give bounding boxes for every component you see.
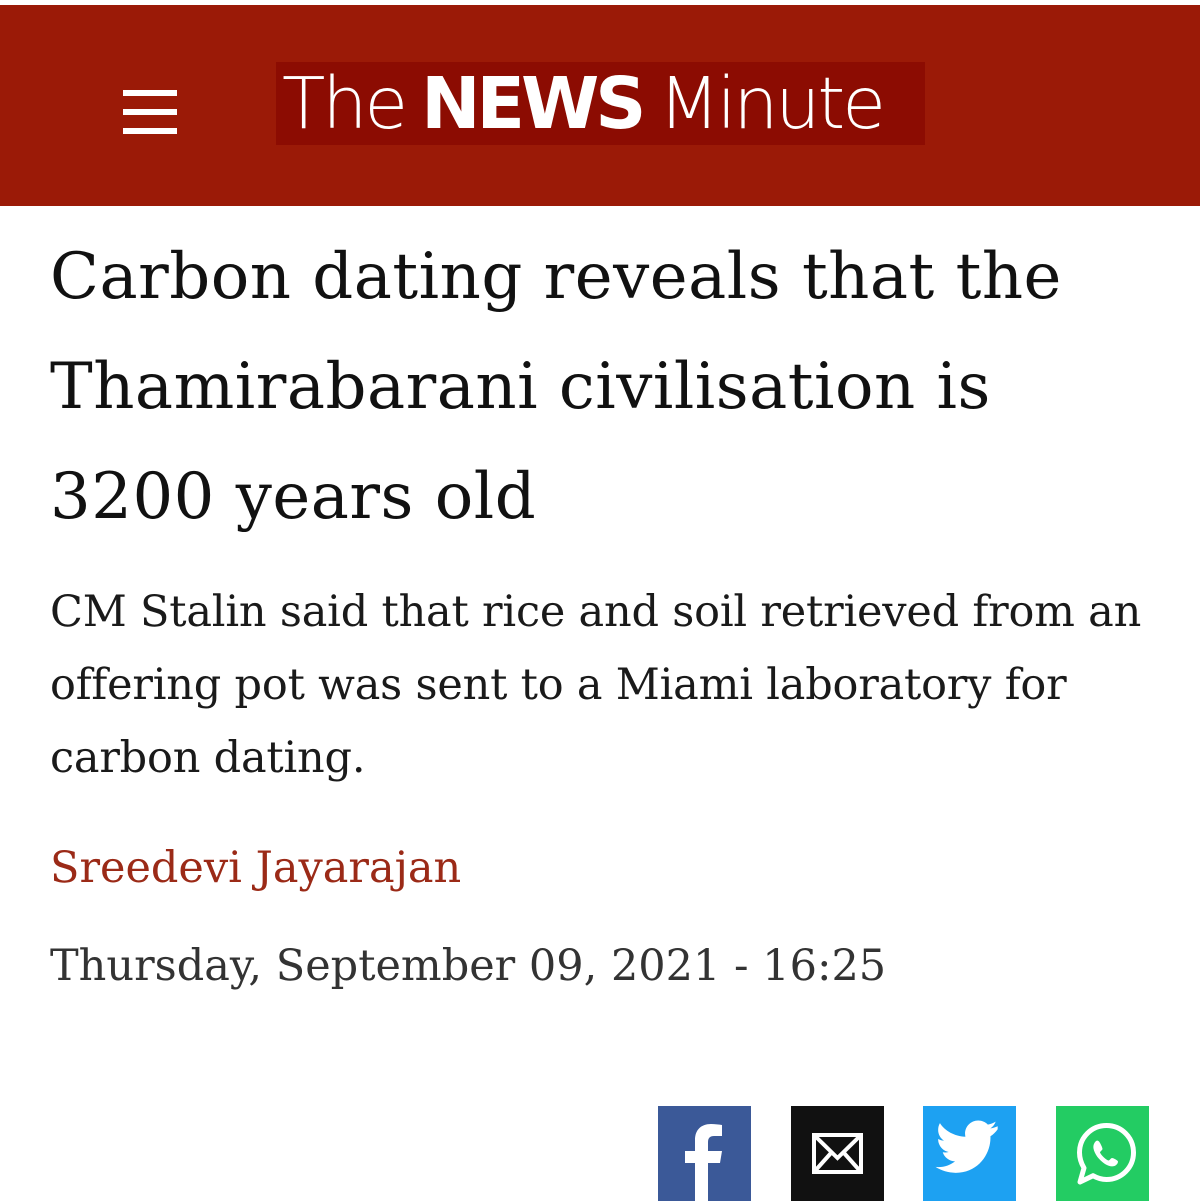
menu-bar xyxy=(123,128,177,134)
logo-word-news: NEWS xyxy=(421,62,646,145)
email-icon xyxy=(812,1133,863,1174)
facebook-icon xyxy=(685,1124,722,1201)
whatsapp-share-button[interactable] xyxy=(1056,1106,1149,1201)
whatsapp-icon xyxy=(1077,1123,1136,1185)
logo-word-the: The xyxy=(282,62,408,145)
menu-bar xyxy=(123,90,177,96)
email-share-button[interactable] xyxy=(791,1106,884,1201)
article-author-link[interactable]: Sreedevi Jayarajan xyxy=(50,836,461,900)
site-header: The NEWS Minute xyxy=(0,5,1200,206)
article-headline: Carbon dating reveals that the Thamiraba… xyxy=(50,240,1062,534)
twitter-share-button[interactable] xyxy=(923,1106,1016,1201)
twitter-icon xyxy=(935,1120,998,1173)
article-datetime: Thursday, September 09, 2021 - 16:25 xyxy=(50,941,887,991)
hamburger-menu-icon[interactable] xyxy=(119,88,181,140)
menu-bar xyxy=(123,109,177,115)
article-summary: CM Stalin said that rice and soil retrie… xyxy=(50,587,1142,783)
site-logo[interactable]: The NEWS Minute xyxy=(276,62,925,145)
facebook-share-button[interactable] xyxy=(658,1106,751,1201)
logo-word-minute: Minute xyxy=(658,62,886,145)
